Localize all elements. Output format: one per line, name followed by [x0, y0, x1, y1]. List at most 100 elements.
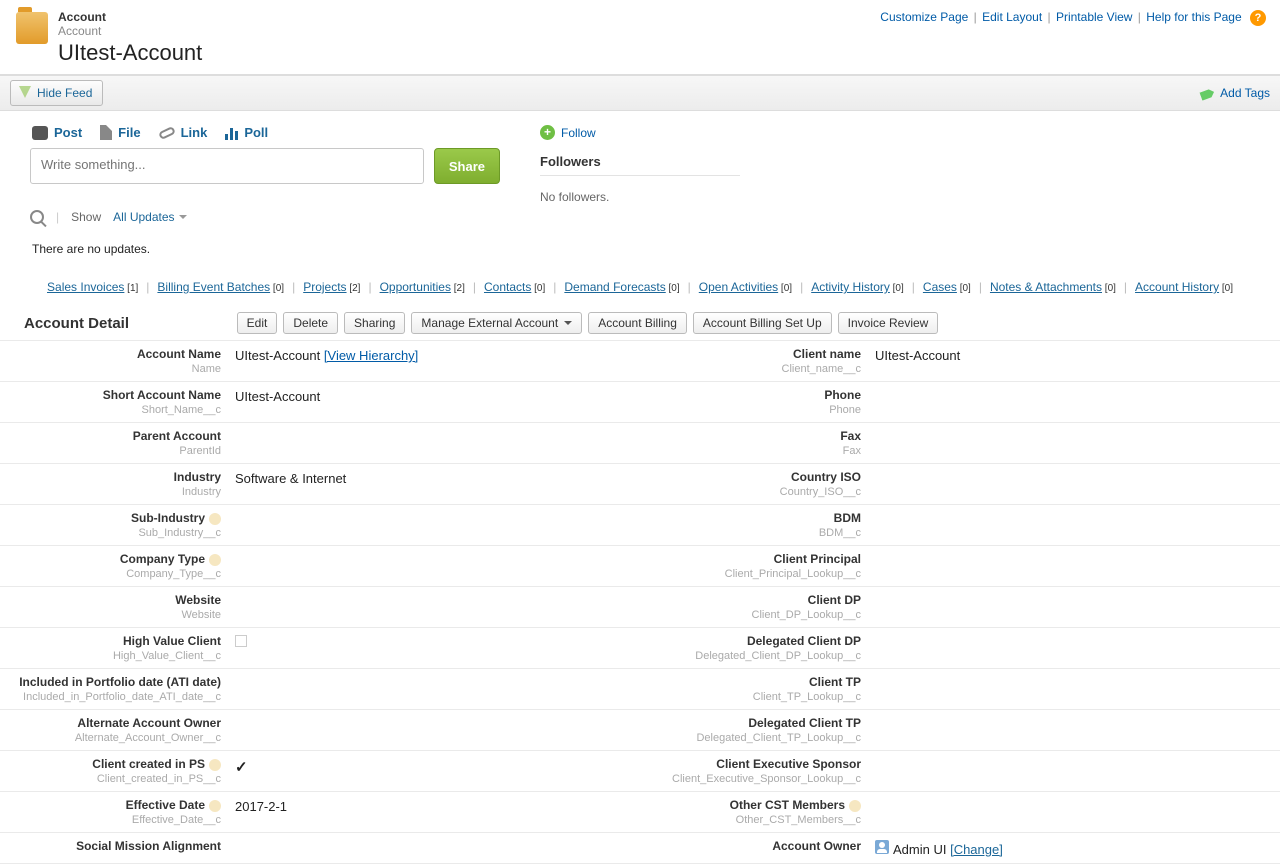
poll-icon — [225, 126, 238, 140]
field-label: Client created in PS — [0, 757, 221, 771]
search-icon[interactable] — [30, 210, 44, 224]
edit-layout-link[interactable]: Edit Layout — [982, 10, 1042, 24]
related-list-link[interactable]: Opportunities — [380, 280, 451, 294]
detail-row: WebsiteWebsiteClient DPClient_DP_Lookup_… — [0, 587, 1280, 628]
detail-row: Included in Portfolio date (ATI date)Inc… — [0, 669, 1280, 710]
related-count: [0] — [531, 283, 545, 294]
field-value — [235, 839, 630, 857]
field-value — [875, 552, 1270, 580]
field-value — [235, 634, 630, 662]
add-tags-link[interactable]: Add Tags — [1220, 86, 1270, 100]
field-value — [875, 634, 1270, 662]
account-billing-button[interactable]: Account Billing — [588, 312, 687, 334]
field-api-name: Name — [0, 363, 221, 375]
printable-view-link[interactable]: Printable View — [1056, 10, 1133, 24]
detail-row: Short Account NameShort_Name__cUItest-Ac… — [0, 382, 1280, 423]
field-value: 2017-2-1 — [235, 798, 630, 826]
related-list-link[interactable]: Projects — [303, 280, 346, 294]
help-icon[interactable] — [209, 800, 221, 812]
related-count: [0] — [890, 283, 904, 294]
invoice-review-button[interactable]: Invoice Review — [838, 312, 939, 334]
feed-tab-poll[interactable]: Poll — [225, 125, 268, 140]
related-list-link[interactable]: Sales Invoices — [47, 280, 124, 294]
field-value — [875, 388, 1270, 416]
related-list-link[interactable]: Billing Event Batches — [157, 280, 270, 294]
feed-tab-file[interactable]: File — [100, 125, 140, 140]
field-label: Delegated Client TP — [640, 716, 861, 730]
delete-button[interactable]: Delete — [283, 312, 338, 334]
detail-row: Effective DateEffective_Date__c2017-2-1O… — [0, 792, 1280, 833]
field-api-name: Fax — [640, 445, 861, 457]
field-api-name: Industry — [0, 486, 221, 498]
related-list-link[interactable]: Open Activities — [699, 280, 778, 294]
view-hierarchy-link[interactable]: [View Hierarchy] — [324, 348, 418, 363]
help-icon[interactable] — [209, 513, 221, 525]
feed-filter-select[interactable]: All Updates — [113, 210, 186, 224]
help-icon[interactable]: ? — [1250, 10, 1266, 26]
field-api-name: Client_created_in_PS__c — [0, 773, 221, 785]
field-value — [875, 716, 1270, 744]
field-value — [875, 675, 1270, 703]
feed-tab-link[interactable]: Link — [159, 125, 208, 140]
related-list-link[interactable]: Account History — [1135, 280, 1219, 294]
field-label: Client Executive Sponsor — [640, 757, 861, 771]
detail-grid: Account NameNameUItest-Account [View Hie… — [0, 340, 1280, 864]
related-list-link[interactable]: Demand Forecasts — [564, 280, 665, 294]
field-label: Delegated Client DP — [640, 634, 861, 648]
field-value — [235, 511, 630, 539]
field-value: Admin UI [Change] — [875, 839, 1270, 857]
field-api-name: Company_Type__c — [0, 568, 221, 580]
field-value: UItest-Account [View Hierarchy] — [235, 347, 630, 375]
feed-tab-post[interactable]: Post — [32, 125, 82, 140]
related-count: [0] — [957, 283, 971, 294]
field-api-name: Client_Executive_Sponsor_Lookup__c — [640, 773, 861, 785]
related-list-link[interactable]: Activity History — [811, 280, 890, 294]
chevron-down-icon — [558, 316, 572, 330]
help-icon[interactable] — [209, 759, 221, 771]
manage-external-button[interactable]: Manage External Account — [411, 312, 582, 334]
customize-page-link[interactable]: Customize Page — [880, 10, 968, 24]
user-icon — [875, 840, 889, 854]
field-label: Client Principal — [640, 552, 861, 566]
related-count: [2] — [451, 283, 465, 294]
field-api-name: High_Value_Client__c — [0, 650, 221, 662]
related-list-link[interactable]: Cases — [923, 280, 957, 294]
field-label: Alternate Account Owner — [0, 716, 221, 730]
page-title: UItest-Account — [58, 40, 202, 66]
hide-feed-button[interactable]: Hide Feed — [10, 80, 103, 106]
sharing-button[interactable]: Sharing — [344, 312, 405, 334]
account-folder-icon — [16, 12, 48, 44]
detail-heading: Account Detail — [24, 315, 129, 332]
field-value: UItest-Account — [875, 347, 1270, 375]
change-owner-link[interactable]: [Change] — [950, 842, 1003, 857]
field-api-name: Sub_Industry__c — [0, 527, 221, 539]
field-value — [235, 675, 630, 703]
help-icon[interactable] — [849, 800, 861, 812]
field-value — [875, 511, 1270, 539]
related-list-link[interactable]: Notes & Attachments — [990, 280, 1102, 294]
field-value — [875, 429, 1270, 457]
related-list-link[interactable]: Contacts — [484, 280, 531, 294]
follow-button[interactable]: Follow — [561, 126, 596, 140]
field-label: Effective Date — [0, 798, 221, 812]
edit-button[interactable]: Edit — [237, 312, 278, 334]
account-billing-setup-button[interactable]: Account Billing Set Up — [693, 312, 832, 334]
field-label: Industry — [0, 470, 221, 484]
field-value: Software & Internet — [235, 470, 630, 498]
related-count: [0] — [666, 283, 680, 294]
breadcrumb: Account — [58, 10, 202, 24]
field-api-name: Delegated_Client_TP_Lookup__c — [640, 732, 861, 744]
followers-empty: No followers. — [540, 190, 740, 204]
share-button[interactable]: Share — [434, 148, 500, 184]
related-count: [0] — [778, 283, 792, 294]
field-label: Company Type — [0, 552, 221, 566]
field-label: High Value Client — [0, 634, 221, 648]
help-icon[interactable] — [209, 554, 221, 566]
field-api-name: Phone — [640, 404, 861, 416]
help-page-link[interactable]: Help for this Page — [1146, 10, 1241, 24]
field-label: Included in Portfolio date (ATI date) — [0, 675, 221, 689]
field-label: Client DP — [640, 593, 861, 607]
field-value: UItest-Account — [235, 388, 630, 416]
file-icon — [100, 125, 112, 140]
feed-compose-input[interactable] — [30, 148, 424, 184]
